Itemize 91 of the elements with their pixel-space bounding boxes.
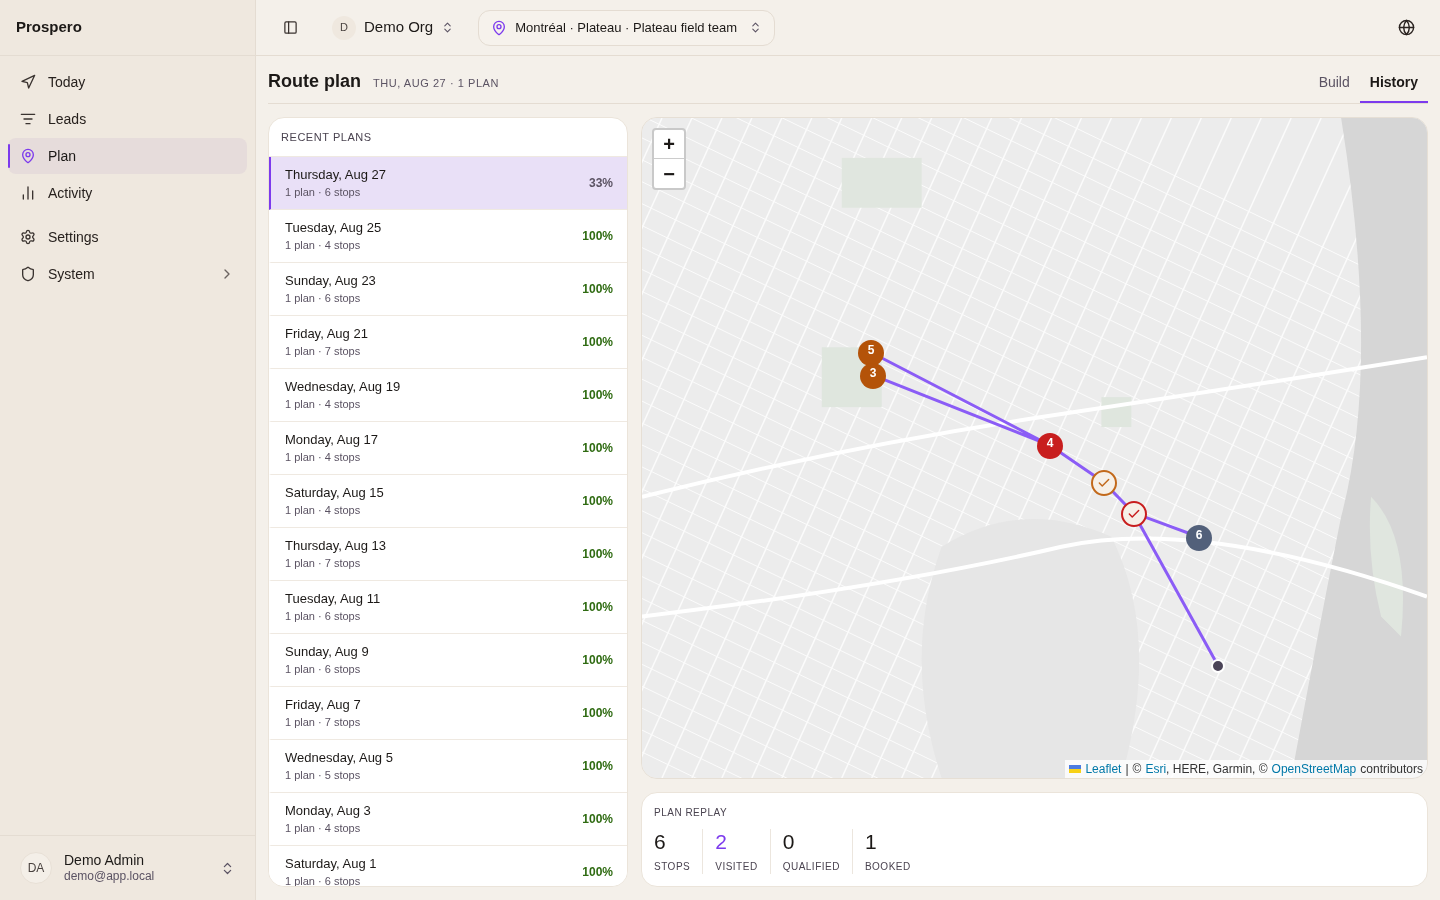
sidebar-item[interactable]: Plan bbox=[8, 138, 247, 174]
plan-date: Wednesday, Aug 19 bbox=[285, 378, 402, 395]
location-switcher[interactable]: Montréal · Plateau · Plateau field team bbox=[478, 9, 776, 46]
settings-icon bbox=[20, 229, 36, 245]
shield-icon bbox=[20, 266, 36, 282]
plan-date: Monday, Aug 17 bbox=[285, 431, 379, 448]
attribution-separator: | bbox=[1125, 761, 1129, 778]
completion-percent: 100% bbox=[582, 281, 613, 298]
stat-value: 0 bbox=[782, 829, 796, 855]
plan-date: Monday, Aug 3 bbox=[285, 802, 372, 819]
plan-date: Saturday, Aug 15 bbox=[285, 484, 385, 501]
pin-icon bbox=[20, 148, 36, 164]
stat-value: 6 bbox=[654, 829, 667, 855]
plan-detail: 1 plan · 5 stops bbox=[285, 768, 362, 783]
globe-icon bbox=[1397, 19, 1415, 36]
zoom-in-button[interactable]: + bbox=[654, 130, 684, 159]
stat-label: BOOKED bbox=[864, 860, 911, 875]
attribution-text: , HERE, Garmin, © bbox=[1166, 761, 1268, 778]
completion-percent: 100% bbox=[582, 758, 613, 775]
completion-percent: 100% bbox=[582, 387, 613, 404]
user-avatar: DA bbox=[20, 852, 52, 884]
plan-date: Tuesday, Aug 11 bbox=[285, 590, 382, 607]
plan-date: Wednesday, Aug 5 bbox=[285, 749, 394, 766]
plan-detail: 1 plan · 7 stops bbox=[285, 715, 362, 730]
check-icon bbox=[1127, 507, 1141, 521]
stat-value: 1 bbox=[864, 829, 878, 855]
completion-percent: 33% bbox=[588, 175, 613, 192]
plan-detail: 1 plan · 4 stops bbox=[285, 238, 362, 253]
sidebar-item[interactable]: Activity bbox=[8, 175, 247, 211]
completion-percent: 100% bbox=[582, 599, 613, 616]
attribution-text: contributors bbox=[1360, 761, 1423, 778]
plan-detail: 1 plan · 7 stops bbox=[285, 556, 362, 571]
zoom-out-button[interactable]: − bbox=[654, 159, 684, 188]
completion-percent: 100% bbox=[582, 546, 613, 563]
bar-chart-icon bbox=[20, 185, 36, 201]
openstreetmap-link[interactable]: OpenStreetMap bbox=[1271, 760, 1357, 778]
stat-value: 2 bbox=[715, 829, 728, 855]
completion-percent: 100% bbox=[582, 705, 613, 722]
plan-detail: 1 plan · 6 stops bbox=[285, 185, 362, 200]
plan-date: Thursday, Aug 13 bbox=[285, 537, 387, 554]
sidebar-item[interactable]: System bbox=[8, 256, 247, 292]
card-heading: RECENT PLANS bbox=[281, 129, 372, 145]
plan-detail: 1 plan · 4 stops bbox=[285, 450, 362, 465]
plan-detail: 1 plan · 4 stops bbox=[285, 503, 362, 518]
user-email: demo@app.local bbox=[64, 869, 156, 885]
plan-date: Sunday, Aug 23 bbox=[285, 272, 377, 289]
pin-icon bbox=[491, 19, 508, 36]
plan-date: Friday, Aug 21 bbox=[285, 325, 369, 342]
filter-lines-icon bbox=[20, 111, 36, 127]
plan-detail: 1 plan · 6 stops bbox=[285, 662, 362, 677]
map[interactable]: 5 3 4 6 + − Leaflet | © Esri, HERE, Garmin, © OpenStreetMap contributors bbox=[641, 117, 1428, 779]
user-name: Demo Admin bbox=[64, 851, 146, 870]
leaflet-link[interactable]: Leaflet bbox=[1085, 760, 1122, 778]
completion-percent: 100% bbox=[582, 440, 613, 457]
sidebar-item[interactable]: Leads bbox=[8, 101, 247, 137]
sidebar-item[interactable]: Today bbox=[8, 64, 247, 100]
check-icon bbox=[1097, 476, 1111, 490]
sidebar-item[interactable]: Settings bbox=[8, 219, 247, 255]
page-subtitle: THU, AUG 27 · 1 PLAN bbox=[373, 76, 499, 91]
page-title: Route plan bbox=[268, 70, 361, 93]
card-heading: PLAN REPLAY bbox=[654, 806, 729, 820]
org-switcher[interactable]: D Demo Org bbox=[328, 9, 459, 46]
plan-date: Sunday, Aug 9 bbox=[285, 643, 370, 660]
completion-percent: 100% bbox=[582, 228, 613, 245]
plan-date: Saturday, Aug 1 bbox=[285, 855, 378, 872]
completion-percent: 100% bbox=[582, 652, 613, 669]
plan-date: Friday, Aug 7 bbox=[285, 696, 362, 713]
user-menu[interactable]: DA Demo Admin demo@app.local bbox=[0, 835, 255, 900]
completion-percent: 100% bbox=[582, 334, 613, 351]
plan-detail: 1 plan · 6 stops bbox=[285, 609, 362, 624]
flag-icon bbox=[1069, 765, 1082, 773]
completion-percent: 100% bbox=[582, 864, 613, 881]
panel-left-icon bbox=[282, 20, 298, 35]
copyright-sign: © bbox=[1132, 761, 1142, 778]
completion-percent: 100% bbox=[582, 811, 613, 828]
plan-detail: 1 plan · 4 stops bbox=[285, 821, 362, 836]
plan-row[interactable]: Thursday, Aug 27 1 plan · 6 stops 33% bbox=[269, 157, 627, 210]
completion-percent: 100% bbox=[582, 493, 613, 510]
plan-detail: 1 plan · 4 stops bbox=[285, 397, 362, 412]
plan-date: Tuesday, Aug 25 bbox=[285, 219, 383, 236]
tab[interactable]: Build bbox=[1308, 68, 1360, 103]
navigation-arrow-icon bbox=[20, 74, 36, 90]
plan-detail: 1 plan · 6 stops bbox=[285, 291, 362, 306]
plan-date: Thursday, Aug 27 bbox=[285, 166, 387, 183]
plan-detail: 1 plan · 7 stops bbox=[285, 344, 362, 359]
stat-label: STOPS bbox=[654, 860, 691, 875]
org-avatar: D bbox=[332, 15, 356, 40]
app-name: Prospero bbox=[16, 17, 82, 38]
stat-label: VISITED bbox=[715, 860, 758, 875]
stat-label: QUALIFIED bbox=[782, 860, 840, 875]
tab[interactable]: History bbox=[1359, 68, 1428, 103]
